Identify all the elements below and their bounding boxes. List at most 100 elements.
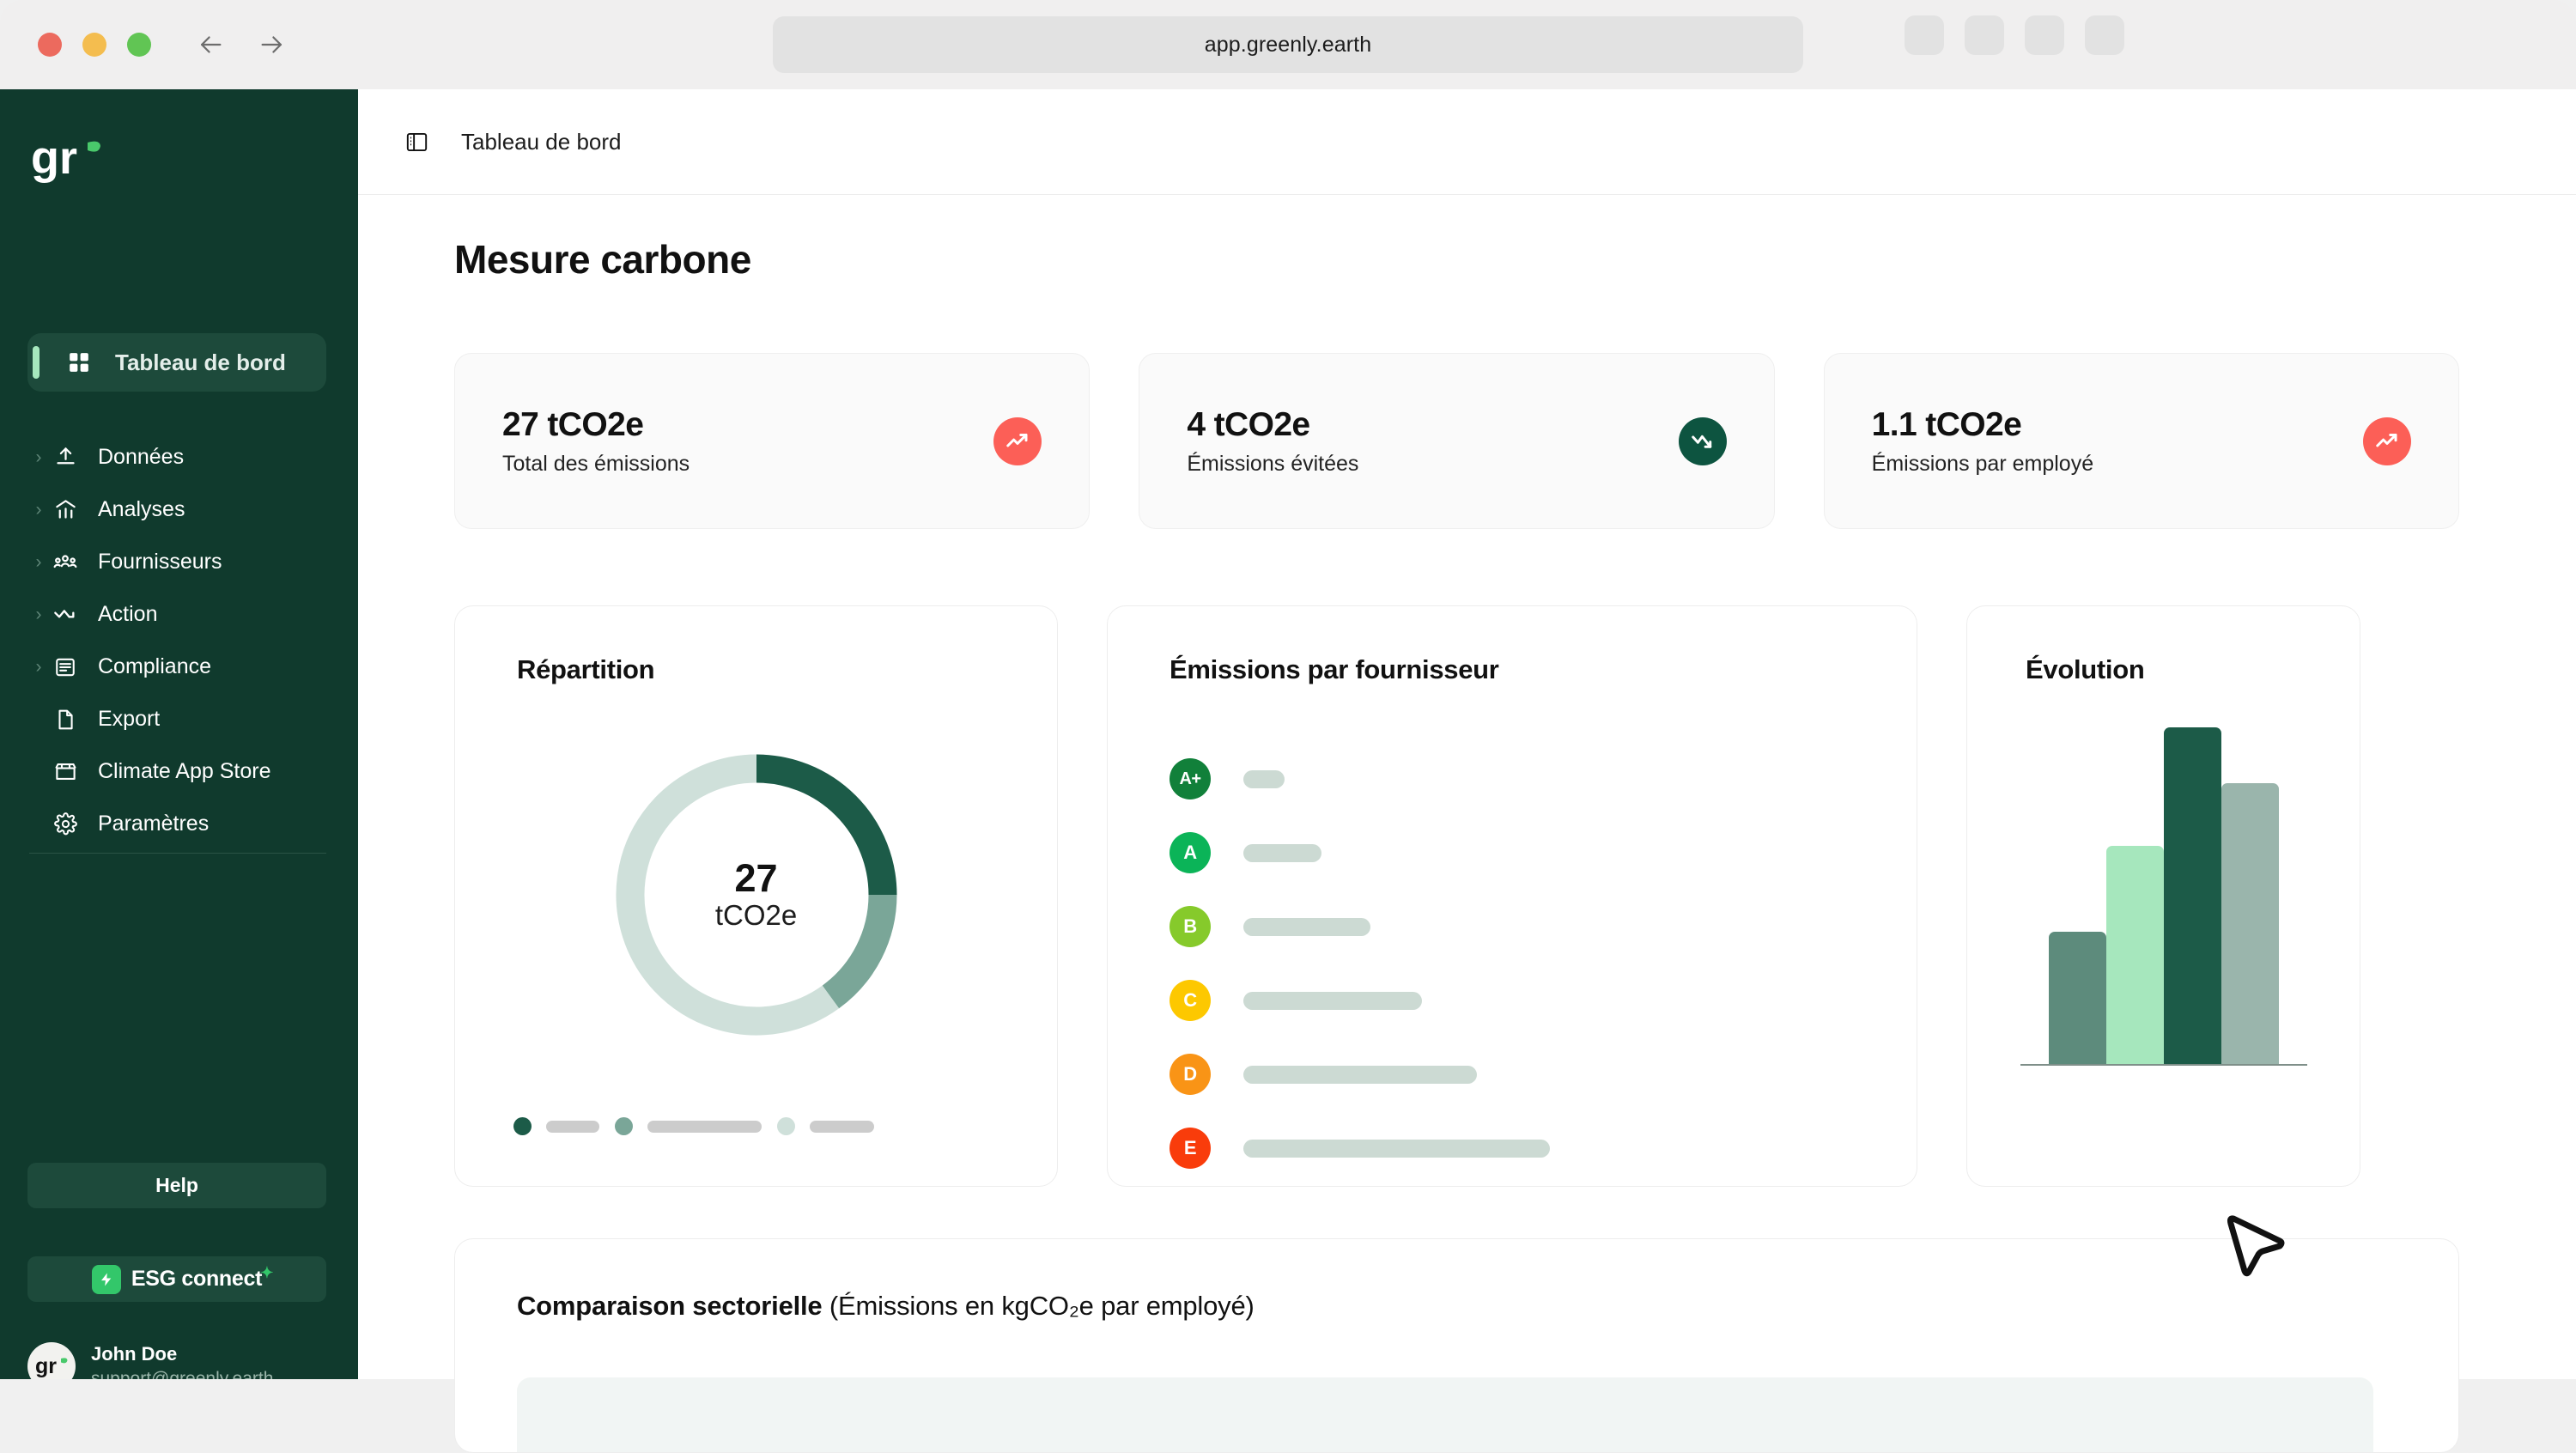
browser-chrome: app.greenly.earth (0, 0, 2576, 89)
sidebar-divider (29, 853, 326, 854)
panel-title: Évolution (2026, 654, 2145, 684)
legend-label-placeholder (810, 1120, 874, 1133)
toolbar-button-1[interactable] (1905, 15, 1944, 55)
grade-badge: A (1170, 832, 1211, 873)
chevron-right-icon: › (35, 552, 42, 572)
evolution-bar-chart[interactable] (2020, 709, 2307, 1066)
address-bar-url: app.greenly.earth (1204, 32, 1372, 57)
supplier-bar-list: A+ A B C D E (1170, 742, 1865, 1185)
svg-text:gr: gr (31, 134, 77, 184)
evolution-axis-line (2020, 1064, 2307, 1066)
supplier-row[interactable]: A (1170, 816, 1865, 890)
sidebar-item-tableau-de-bord[interactable]: Tableau de bord (27, 333, 326, 392)
panels-row: Répartition 27 tCO2e Émissions par fourn… (454, 605, 2459, 1187)
metric-value: 4 tCO2e (1187, 405, 1310, 443)
supplier-row[interactable]: B (1170, 890, 1865, 964)
esg-connect-button[interactable]: ESG connect ✦ (27, 1256, 326, 1302)
analytics-icon (50, 498, 81, 521)
metric-label: Émissions évitées (1187, 451, 1359, 476)
forward-arrow-icon[interactable] (256, 28, 289, 61)
donut-unit: tCO2e (714, 898, 798, 931)
metric-card-total-emissions[interactable]: 27 tCO2e Total des émissions (454, 353, 1091, 529)
metric-cards-row: 27 tCO2e Total des émissions 4 tCO2e Émi… (454, 353, 2459, 529)
sidebar-item-label: Export (98, 707, 161, 731)
metric-card-emissions-per-employee[interactable]: 1.1 tCO2e Émissions par employé (1823, 353, 2459, 529)
address-bar[interactable]: app.greenly.earth (773, 16, 1803, 73)
breadcrumb[interactable]: Tableau de bord (461, 129, 621, 155)
panel-suppliers: Émissions par fournisseur A+ A B C D E (1107, 605, 1917, 1187)
supplier-row[interactable]: E (1170, 1111, 1865, 1185)
sidebar-item-action[interactable]: › Action (27, 588, 326, 641)
grade-badge: B (1170, 906, 1211, 947)
sidebar: gr Tableau de bord › Données › Analyses … (0, 89, 358, 1379)
svg-text:gr: gr (35, 1354, 57, 1378)
sidebar-toggle-icon[interactable] (405, 131, 428, 154)
supplier-bar (1243, 991, 1422, 1010)
user-email: support@greenly.earth (91, 1368, 274, 1379)
top-bar: Tableau de bord (358, 89, 2576, 195)
browser-navigation (194, 28, 289, 61)
store-icon (50, 760, 81, 783)
sidebar-item-parametres[interactable]: › Paramètres (27, 798, 326, 850)
legend-item[interactable] (777, 1117, 874, 1135)
supplier-row[interactable]: A+ (1170, 742, 1865, 816)
supplier-row[interactable]: C (1170, 964, 1865, 1037)
grid-icon (64, 351, 94, 374)
legend-item[interactable] (513, 1117, 599, 1135)
grade-badge: C (1170, 980, 1211, 1021)
back-arrow-icon[interactable] (194, 28, 227, 61)
chevron-right-icon: › (35, 447, 42, 467)
panel-title: Comparaison sectorielle (Émissions en kg… (517, 1291, 1255, 1322)
grade-badge: D (1170, 1054, 1211, 1095)
evolution-bar[interactable] (2049, 931, 2106, 1065)
sidebar-item-label: Fournisseurs (98, 550, 222, 574)
close-window-button[interactable] (38, 33, 62, 57)
people-icon (50, 550, 81, 575)
evolution-bar[interactable] (2164, 726, 2221, 1065)
toolbar-button-3[interactable] (2025, 15, 2064, 55)
user-profile[interactable]: gr John Doe support@greenly.earth (27, 1342, 273, 1379)
sidebar-item-analyses[interactable]: › Analyses (27, 483, 326, 536)
supplier-bar (1243, 1139, 1550, 1158)
evolution-bar[interactable] (2221, 783, 2279, 1065)
bolt-icon (91, 1264, 121, 1294)
comparison-title-bold: Comparaison sectorielle (517, 1291, 823, 1321)
sidebar-item-label: Paramètres (98, 812, 210, 836)
sidebar-item-export[interactable]: › Export (27, 693, 326, 745)
legend-item[interactable] (615, 1117, 762, 1135)
donut-chart[interactable]: 27 tCO2e (602, 740, 911, 1049)
sidebar-item-compliance[interactable]: › Compliance (27, 641, 326, 693)
legend-color-dot (513, 1117, 532, 1135)
sidebar-item-fournisseurs[interactable]: › Fournisseurs (27, 536, 326, 588)
comparison-chart-placeholder (517, 1377, 2373, 1452)
greenly-logo-icon[interactable]: gr (31, 132, 105, 187)
file-icon (50, 708, 81, 731)
metric-card-avoided-emissions[interactable]: 4 tCO2e Émissions évitées (1139, 353, 1775, 529)
toolbar-button-2[interactable] (1965, 15, 2004, 55)
sidebar-item-label: Compliance (98, 654, 212, 678)
supplier-row[interactable]: D (1170, 1037, 1865, 1111)
traffic-lights (38, 33, 151, 57)
supplier-bar (1243, 1065, 1477, 1084)
sidebar-item-label: Tableau de bord (115, 349, 286, 375)
metric-label: Total des émissions (502, 451, 690, 476)
legend-label-placeholder (546, 1120, 599, 1133)
supplier-bar (1243, 917, 1370, 936)
sidebar-item-climate-app-store[interactable]: › Climate App Store (27, 745, 326, 798)
sidebar-item-donnees[interactable]: › Données (27, 431, 326, 483)
zoom-window-button[interactable] (127, 33, 151, 57)
evolution-bar[interactable] (2106, 845, 2164, 1065)
browser-toolbar-buttons (1905, 15, 2124, 55)
legend-label-placeholder (647, 1120, 762, 1133)
toolbar-button-4[interactable] (2085, 15, 2124, 55)
chevron-right-icon: › (35, 605, 42, 624)
help-button[interactable]: Help (27, 1163, 326, 1208)
minimize-window-button[interactable] (82, 33, 106, 57)
main-content: Tableau de bord Mesure carbone 27 tCO2e … (358, 89, 2576, 1453)
metric-label: Émissions par employé (1871, 451, 2094, 476)
donut-value: 27 (734, 856, 778, 901)
trend-up-icon (993, 416, 1042, 465)
active-indicator (33, 346, 39, 379)
supplier-bar (1243, 843, 1321, 862)
avatar: gr (27, 1342, 76, 1379)
